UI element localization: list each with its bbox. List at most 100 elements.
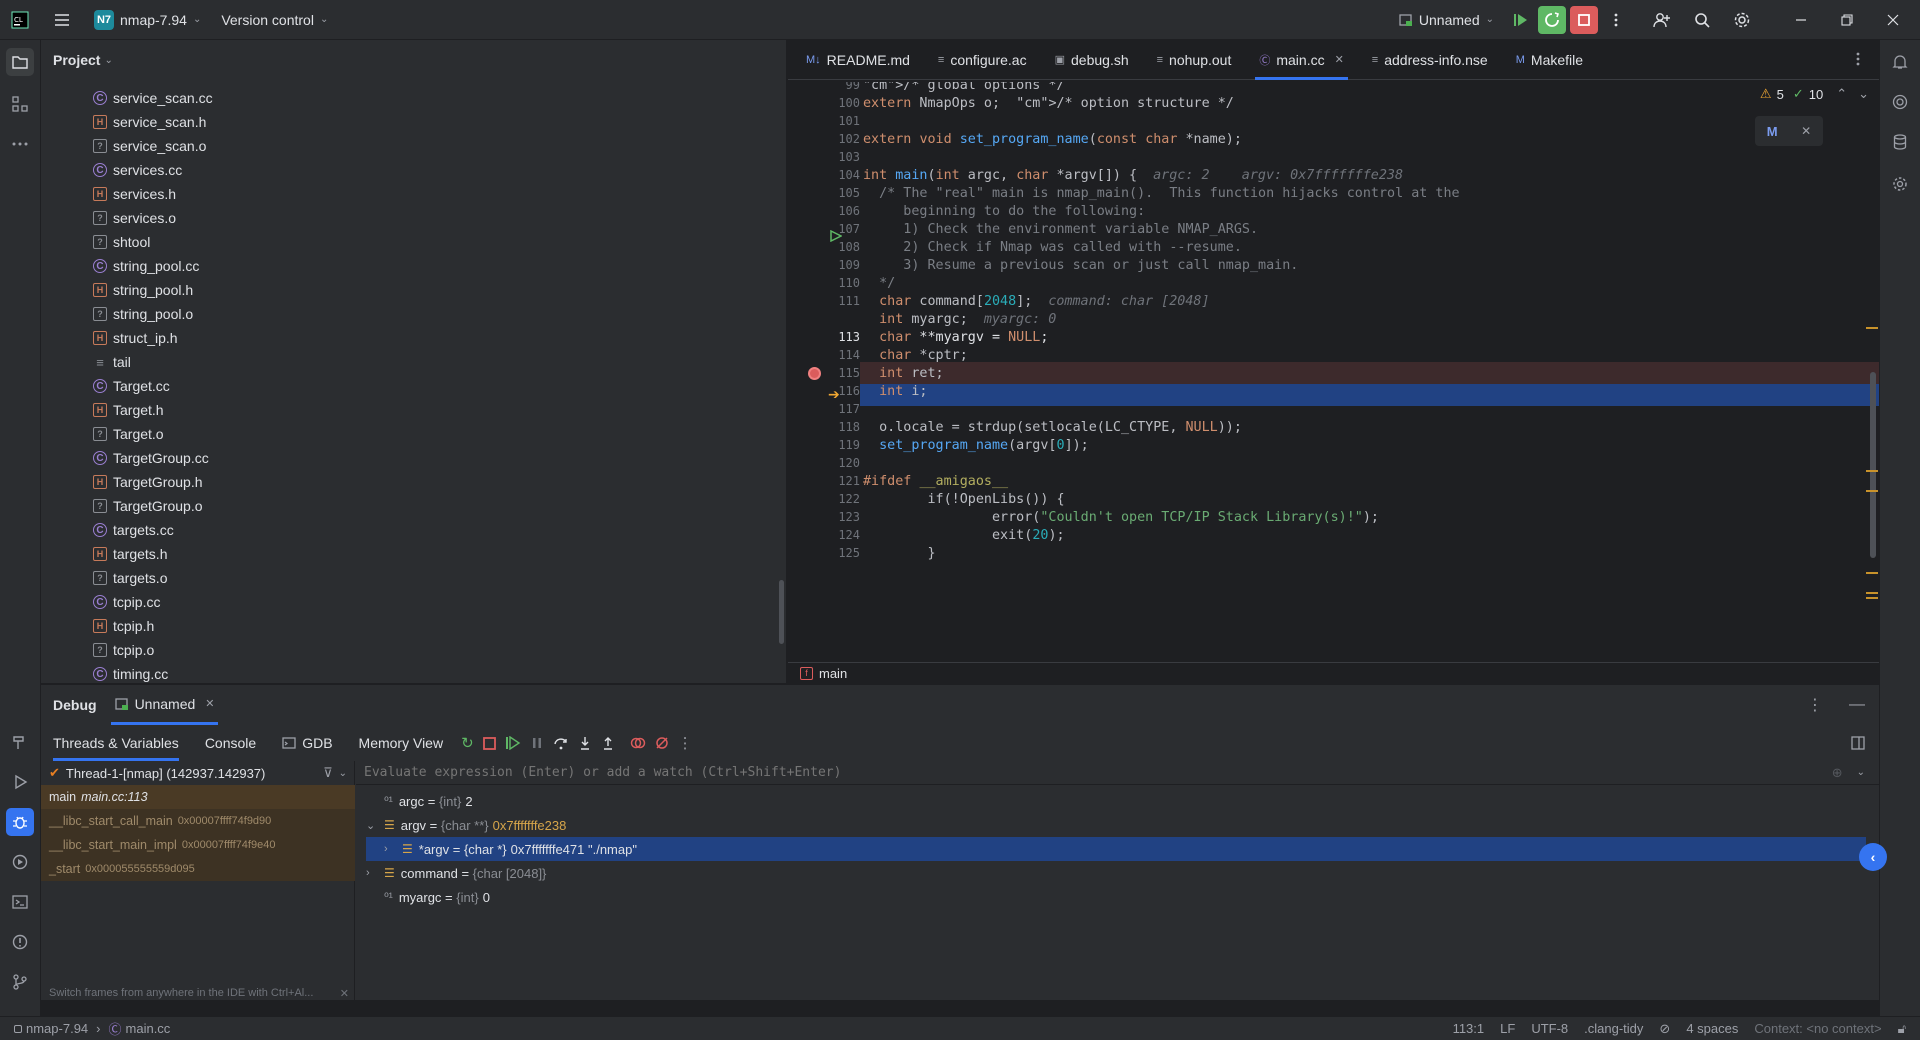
tree-item-file[interactable]: Ctargets.cc	[41, 518, 174, 542]
pause-icon[interactable]	[530, 736, 544, 750]
debug-bug-icon[interactable]	[6, 808, 34, 836]
variable-row[interactable]: › ☰ *argv = {char *} 0x7fffffffe471 "./nmap…	[366, 837, 1866, 861]
mute-breakpoints-icon[interactable]	[655, 736, 669, 750]
tree-item-file[interactable]: Htcpip.h	[41, 614, 154, 638]
reader-mode-popup[interactable]: M ✕	[1755, 116, 1823, 146]
tree-item-file[interactable]: Cstring_pool.cc	[41, 254, 199, 278]
tree-item-file[interactable]: C Target.cc	[41, 374, 170, 398]
code-line[interactable]: */	[863, 276, 895, 291]
editor-scrollbar-thumb[interactable]	[1870, 372, 1876, 558]
close-icon[interactable]: ✕	[340, 987, 349, 1000]
plugin-gear-icon[interactable]	[1886, 170, 1914, 198]
code-line[interactable]: error("Couldn't open TCP/IP Stack Librar…	[863, 510, 1379, 525]
tab-nohup-out[interactable]: ≡ nohup.out	[1143, 40, 1246, 80]
notifications-bell-icon[interactable]	[1886, 48, 1914, 76]
evaluate-input[interactable]	[364, 765, 1832, 780]
more-vertical-icon[interactable]: ⋮	[678, 734, 693, 752]
tree-item-file[interactable]: Cservice_scan.cc	[41, 86, 213, 110]
indent-setting[interactable]: 4 spaces	[1686, 1021, 1738, 1036]
chevron-right-icon[interactable]: ›	[366, 867, 380, 879]
code-line[interactable]: 3) Resume a previous scan or just call n…	[863, 258, 1298, 273]
close-icon[interactable]: ✕	[1801, 124, 1811, 138]
code-line[interactable]: /* The "real" main is nmap_main(). This …	[863, 186, 1459, 201]
code-line[interactable]: if(!OpenLibs()) {	[863, 492, 1064, 507]
line-separator[interactable]: LF	[1500, 1021, 1515, 1036]
code-line[interactable]: set_program_name(argv[0]);	[863, 438, 1089, 453]
database-icon[interactable]	[1886, 128, 1914, 156]
project-selector[interactable]: N7 nmap-7.94 ⌄	[94, 9, 201, 30]
code-line[interactable]: int main(int argc, char *argv[]) {argc: …	[863, 168, 1403, 183]
more-vertical-icon[interactable]	[1602, 6, 1630, 34]
linter-config[interactable]: .clang-tidy	[1584, 1021, 1643, 1036]
structure-icon[interactable]	[6, 90, 34, 118]
debug-session-tab[interactable]: Unnamed ✕	[110, 685, 219, 725]
evaluate-expression-field[interactable]: ⊕ ⌄	[356, 761, 1879, 785]
tree-item-file[interactable]: ≡ tail	[41, 350, 131, 374]
thread-selector[interactable]: ✔ Thread-1-[nmap] (142937.142937) ⊽ ⌄	[41, 761, 355, 785]
run-config-selector[interactable]: Unnamed ⌄	[1399, 12, 1494, 28]
tab-address-info-nse[interactable]: ≡ address-info.nse	[1358, 40, 1502, 80]
resume-icon[interactable]	[1506, 6, 1534, 34]
close-icon[interactable]: ✕	[205, 697, 214, 710]
code-line[interactable]: char command[2048]; command: char [2048]	[863, 294, 1209, 309]
reader-mode-icon[interactable]: M	[1767, 124, 1778, 139]
tree-item-file[interactable]: ? services.o	[41, 206, 176, 230]
chevron-down-icon[interactable]: ⌄	[1857, 767, 1865, 778]
code-breadcrumb[interactable]: f main	[788, 662, 1879, 683]
tree-item-file[interactable]: Ctcpip.cc	[41, 590, 160, 614]
add-user-icon[interactable]	[1648, 6, 1676, 34]
tree-item-file[interactable]: ? service_scan.o	[41, 134, 206, 158]
add-watch-icon[interactable]: ⊕	[1832, 765, 1843, 781]
more-tools-icon[interactable]	[6, 130, 34, 158]
variable-row[interactable]: ⁰¹ argc = {int} 2	[366, 789, 473, 813]
power-save-icon[interactable]: ⊘	[1659, 1021, 1670, 1037]
project-panel-header[interactable]: Project ⌄	[41, 40, 786, 80]
code-view[interactable]: ➔ 99 "cm">/* global options */100 extern N…	[788, 82, 1879, 662]
variable-row[interactable]: › ☰ command = {char [2048]}	[366, 861, 550, 885]
chevron-down-icon[interactable]: ⌄	[339, 768, 347, 779]
project-tool-folder-icon[interactable]	[6, 48, 34, 76]
scrollbar-thumb[interactable]	[779, 580, 784, 644]
rerun-icon[interactable]: ↻	[461, 734, 474, 752]
code-line[interactable]: char *cptr;	[863, 348, 968, 363]
terminal-icon[interactable]	[6, 888, 34, 916]
status-file[interactable]: main.cc	[126, 1021, 171, 1036]
inspection-widget[interactable]: ⚠ 5 ✓ 10 ⌃ ⌄	[1759, 86, 1869, 102]
minimize-icon[interactable]	[1778, 6, 1824, 34]
breadcrumb-function[interactable]: main	[819, 666, 847, 681]
code-line[interactable]: char **myargv = NULL;	[863, 330, 1048, 345]
step-over-icon[interactable]	[553, 736, 569, 750]
tab-gdb[interactable]: GDB	[282, 725, 344, 761]
restore-icon[interactable]	[1824, 6, 1870, 34]
vcs-menu[interactable]: Version control ⌄	[221, 12, 328, 28]
tab-memory-view[interactable]: Memory View	[359, 725, 456, 761]
tab-debug-sh[interactable]: ▣ debug.sh	[1041, 40, 1143, 80]
code-line[interactable]: int i;	[863, 384, 927, 399]
tree-item-file[interactable]: ? tcpip.o	[41, 638, 154, 662]
code-line[interactable]: o.locale = strdup(setlocale(LC_CTYPE, NU…	[863, 420, 1242, 435]
chevron-up-icon[interactable]: ⌃	[1836, 86, 1847, 102]
view-breakpoints-icon[interactable]	[630, 736, 646, 750]
code-line[interactable]: extern NmapOps o; "cm">/* option structu…	[863, 96, 1234, 111]
services-icon[interactable]	[6, 848, 34, 876]
more-vertical-icon[interactable]: ⋮	[1807, 695, 1823, 715]
tree-item-file[interactable]: Hstring_pool.h	[41, 278, 193, 302]
close-icon[interactable]: ✕	[1335, 53, 1344, 66]
tree-item-file[interactable]: ? string_pool.o	[41, 302, 193, 326]
chevron-down-icon[interactable]: ⌄	[1858, 86, 1869, 102]
tree-item-file[interactable]: Hservices.h	[41, 182, 176, 206]
tab-threads-variables[interactable]: Threads & Variables	[53, 725, 191, 761]
tab-console[interactable]: Console	[205, 725, 268, 761]
code-line[interactable]: beginning to do the following:	[863, 204, 1145, 219]
tree-item-file[interactable]: ? TargetGroup.o	[41, 494, 203, 518]
tab-configure-ac[interactable]: ≡ configure.ac	[924, 40, 1041, 80]
tab-main-cc[interactable]: Ⓒmain.cc ✕	[1245, 40, 1357, 80]
code-line[interactable]: int myargc; myargc: 0	[863, 312, 1056, 327]
git-branch-icon[interactable]	[6, 968, 34, 996]
filter-icon[interactable]: ⊽	[323, 765, 333, 781]
code-line[interactable]: int ret;	[863, 366, 944, 381]
stack-frame[interactable]: _start 0x000055555559d095	[41, 857, 355, 881]
problems-icon[interactable]	[6, 928, 34, 956]
code-line[interactable]: "cm">/* global options */	[863, 82, 1065, 93]
lock-icon[interactable]: 🔓︎	[1898, 1021, 1906, 1037]
